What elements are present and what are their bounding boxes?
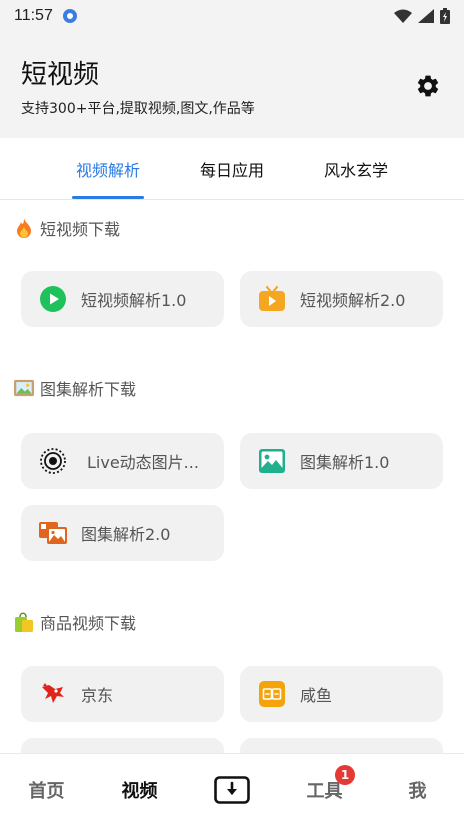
shopping-bags-icon	[14, 612, 34, 632]
nav-me[interactable]: 我	[371, 754, 464, 826]
download-box-icon	[214, 776, 250, 804]
page-title: 短视频	[21, 60, 100, 90]
section-title-label: 图集解析下载	[40, 380, 137, 399]
picture-frame-icon	[14, 378, 34, 398]
page-subtitle: 支持300+平台,提取视频,图文,作品等	[21, 101, 255, 117]
xianyu-icon	[258, 680, 286, 708]
card-label: 短视频解析1.0	[81, 291, 187, 310]
card-label: 京东	[81, 686, 114, 705]
nav-home[interactable]: 首页	[0, 754, 93, 826]
card-label: 图集解析2.0	[81, 525, 171, 544]
fire-icon	[14, 218, 34, 238]
settings-button[interactable]	[412, 70, 444, 102]
notification-app-icon	[62, 9, 77, 23]
card-live-photo[interactable]: Live动态图片...	[21, 433, 224, 489]
card-short-video-2[interactable]: 短视频解析2.0	[240, 271, 443, 327]
notification-badge: 1	[335, 765, 355, 785]
card-label: 咸鱼	[300, 686, 333, 705]
card-label: Live动态图片...	[87, 453, 199, 472]
status-time: 11:57	[14, 7, 53, 24]
live-photo-icon	[39, 447, 67, 475]
card-partial[interactable]	[21, 738, 224, 753]
card-short-video-1[interactable]: 短视频解析1.0	[21, 271, 224, 327]
section-title-product-video: 商品视频下载	[14, 610, 136, 634]
status-bar: 11:57	[0, 0, 464, 32]
main-content: 短视频下载 短视频解析1.0 短视频解析2.0 图集解析下载 Live动态图片.…	[0, 200, 464, 753]
card-label: 图集解析1.0	[300, 453, 390, 472]
nav-video[interactable]: 视频	[93, 754, 186, 826]
nav-download[interactable]	[186, 754, 278, 826]
green-play-icon	[39, 285, 67, 313]
card-jd[interactable]: 京东	[21, 666, 224, 722]
active-tab-indicator	[72, 196, 144, 199]
tab-video-parse[interactable]: 视频解析	[62, 138, 154, 200]
card-gallery-2[interactable]: 图集解析2.0	[21, 505, 224, 561]
teal-image-icon	[258, 447, 286, 475]
header: 短视频 支持300+平台,提取视频,图文,作品等	[0, 32, 464, 138]
tab-fengshui[interactable]: 风水玄学	[310, 138, 402, 200]
card-gallery-1[interactable]: 图集解析1.0	[240, 433, 443, 489]
card-label: 短视频解析2.0	[300, 291, 406, 310]
gear-icon	[417, 75, 439, 97]
section-title-label: 短视频下载	[40, 220, 121, 239]
tab-daily-apps[interactable]: 每日应用	[186, 138, 278, 200]
orange-gallery-icon	[39, 519, 67, 547]
signal-icon	[418, 9, 434, 23]
nav-tools[interactable]: 工具 1	[278, 754, 371, 826]
battery-icon	[440, 8, 450, 24]
jd-dog-icon	[39, 680, 67, 708]
section-title-label: 商品视频下载	[40, 614, 137, 633]
wifi-icon	[394, 9, 412, 23]
bottom-nav: 首页 视频 工具 1 我	[0, 753, 464, 825]
status-indicators	[394, 8, 450, 24]
card-partial[interactable]	[240, 738, 443, 753]
tab-bar: 视频解析 每日应用 风水玄学	[0, 138, 464, 200]
card-xianyu[interactable]: 咸鱼	[240, 666, 443, 722]
section-title-gallery: 图集解析下载	[14, 376, 136, 400]
section-title-short-video: 短视频下载	[14, 216, 120, 240]
orange-tv-icon	[258, 285, 286, 313]
